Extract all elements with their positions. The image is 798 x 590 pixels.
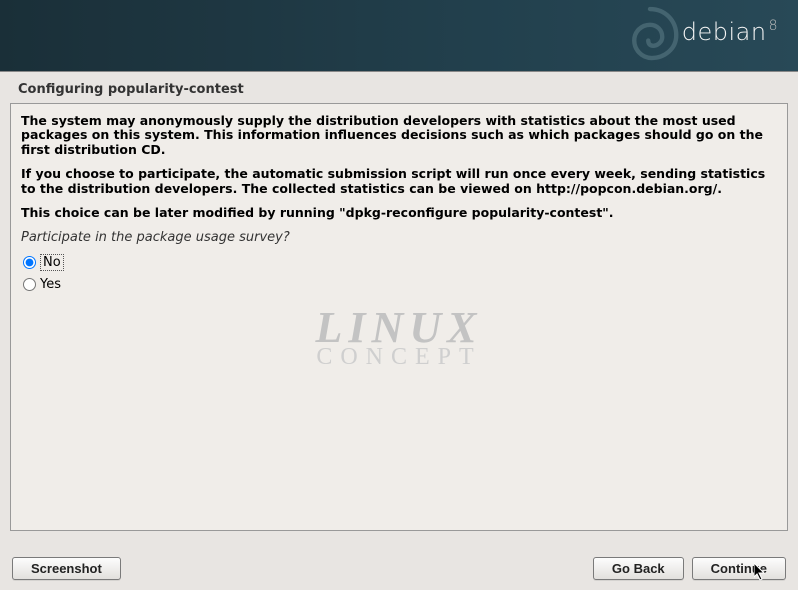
radio-option-yes[interactable]: Yes — [21, 274, 777, 295]
brand-name: debian — [682, 18, 767, 46]
description-p2: If you choose to participate, the automa… — [21, 167, 777, 196]
watermark-line1: LINUX — [316, 309, 483, 346]
watermark-line2: CONCEPT — [316, 347, 483, 367]
debian-swirl-icon — [610, 2, 690, 72]
radio-label-no: No — [40, 254, 64, 271]
radio-label-yes: Yes — [40, 277, 61, 292]
description-p1: The system may anonymously supply the di… — [21, 114, 777, 157]
button-bar: Screenshot Go Back Continue — [0, 557, 798, 580]
brand-logo: debian8 — [682, 18, 778, 46]
radio-option-no[interactable]: No — [21, 251, 777, 274]
description-p3: This choice can be later modified by run… — [21, 206, 777, 220]
continue-button[interactable]: Continue — [692, 557, 786, 580]
screenshot-button[interactable]: Screenshot — [12, 557, 121, 580]
brand-version: 8 — [769, 18, 778, 34]
watermark: LINUX CONCEPT — [316, 309, 483, 367]
radio-input-no[interactable] — [23, 256, 36, 269]
page-title: Configuring popularity-contest — [0, 72, 798, 103]
radio-input-yes[interactable] — [23, 278, 36, 291]
survey-question: Participate in the package usage survey? — [21, 230, 777, 245]
content-panel: The system may anonymously supply the di… — [10, 103, 788, 531]
header-banner: debian8 — [0, 0, 798, 72]
go-back-button[interactable]: Go Back — [593, 557, 684, 580]
